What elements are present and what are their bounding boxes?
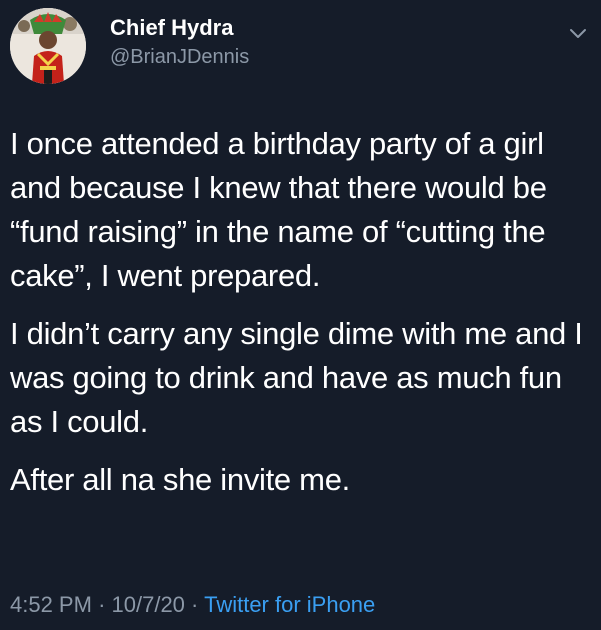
chevron-down-icon[interactable] [567, 22, 589, 44]
meta-separator: · [191, 592, 199, 617]
user-handle[interactable]: @BrianJDennis [110, 44, 249, 70]
tweet-date[interactable]: 10/7/20 [112, 592, 185, 617]
tweet-meta: 4:52 PM · 10/7/20 · Twitter for iPhone [10, 590, 375, 620]
tweet-paragraph: I didn’t carry any single dime with me a… [10, 316, 583, 439]
tweet-paragraph: I once attended a birthday party of a gi… [10, 126, 547, 293]
avatar[interactable] [10, 8, 86, 84]
display-name[interactable]: Chief Hydra [110, 14, 249, 42]
tweet-text: I once attended a birthday party of a gi… [10, 122, 591, 516]
tweet-time[interactable]: 4:52 PM [10, 592, 92, 617]
tweet-header: Chief Hydra @BrianJDennis [10, 8, 591, 88]
author-names: Chief Hydra @BrianJDennis [110, 14, 249, 70]
meta-separator: · [98, 592, 106, 617]
tweet-card: Chief Hydra @BrianJDennis I once attende… [0, 0, 601, 630]
tweet-source-link[interactable]: Twitter for iPhone [204, 592, 375, 617]
avatar-image [10, 8, 86, 84]
tweet-paragraph: After all na she invite me. [10, 462, 350, 497]
